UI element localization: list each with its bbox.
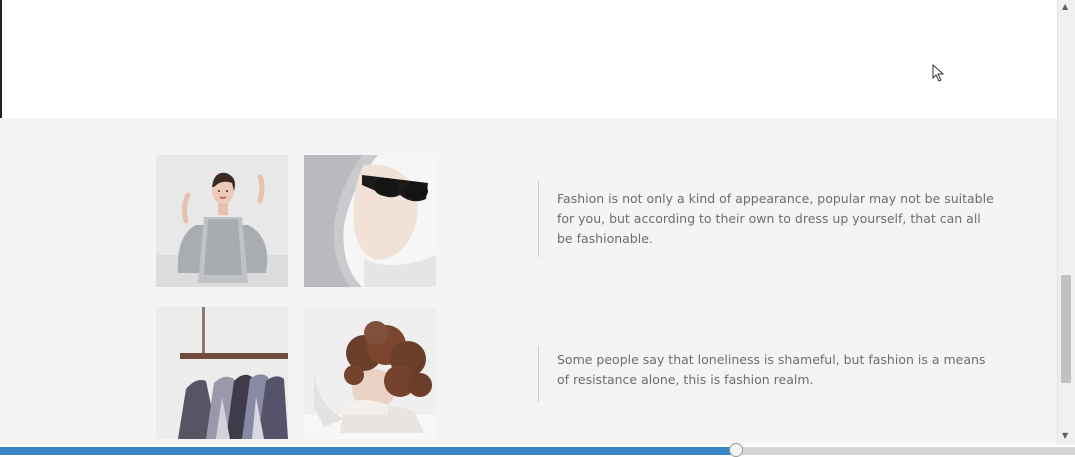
fashion-feature-section: Fashion is not only a kind of appearance… (0, 118, 1057, 444)
curly-haired-person-image (304, 307, 436, 439)
clothing-rack-image (156, 307, 288, 439)
video-progress-bar[interactable] (0, 443, 1075, 457)
scrollbar-thumb[interactable] (1061, 275, 1071, 383)
scroll-up-arrow-icon[interactable]: ▲ (1062, 2, 1068, 11)
vertical-scrollbar[interactable]: ▲ ▼ (1057, 0, 1075, 445)
video-progress-fill (0, 447, 736, 455)
hooded-man-sunglasses-image (304, 155, 436, 287)
blank-top-section (2, 0, 1057, 118)
woman-in-sequin-dress-image (156, 155, 288, 287)
fashion-quote-2: Some people say that loneliness is shame… (538, 346, 997, 402)
scroll-down-arrow-icon[interactable]: ▼ (1062, 431, 1068, 440)
fashion-quote-1: Fashion is not only a kind of appearance… (538, 181, 997, 257)
mouse-cursor-icon (932, 64, 946, 82)
